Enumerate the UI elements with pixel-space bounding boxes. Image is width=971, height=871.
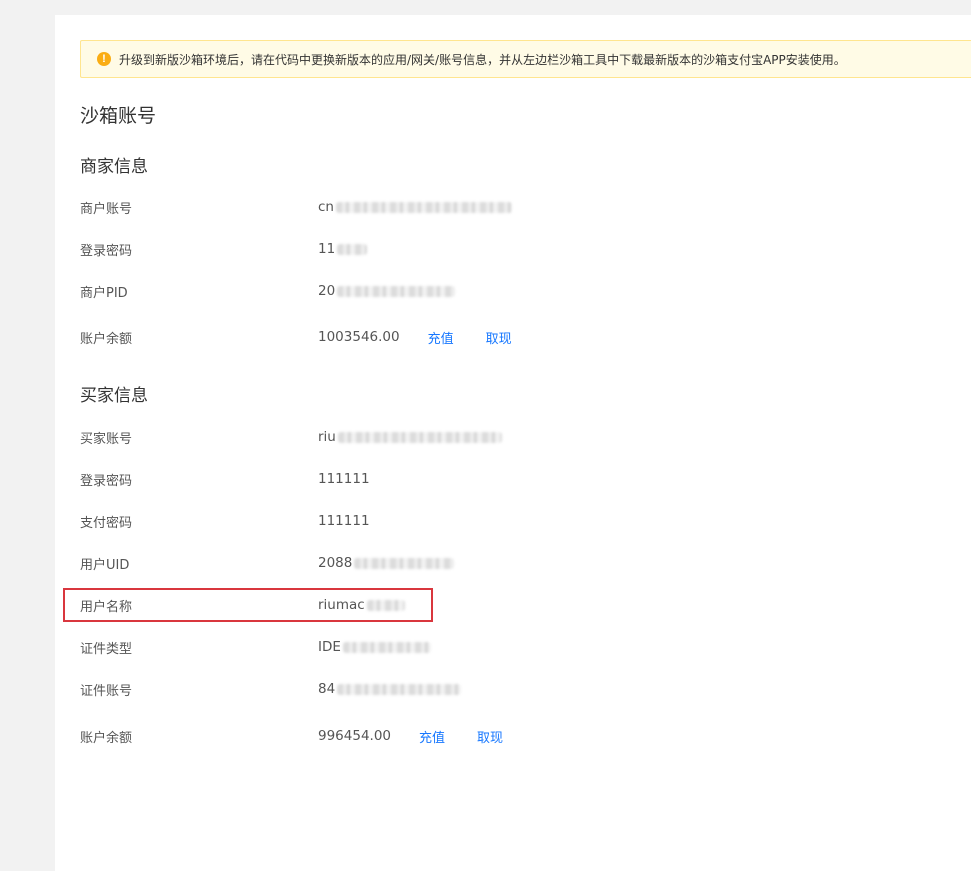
sandbox-account-panel: ! 升级到新版沙箱环境后，请在代码中更换新版本的应用/网关/账号信息，并从左边栏…: [55, 15, 971, 871]
buyer-username-value: riumac: [318, 597, 405, 613]
buyer-uid-value: 2088: [318, 555, 455, 571]
merchant-withdraw-link[interactable]: 取现: [486, 328, 512, 347]
buyer-balance-label: 账户余额: [80, 730, 133, 746]
upgrade-notice-banner: ! 升级到新版沙箱环境后，请在代码中更换新版本的应用/网关/账号信息，并从左边栏…: [80, 40, 971, 78]
redacted-mask: [342, 641, 431, 653]
buyer-pay-password-label: 支付密码: [80, 515, 133, 531]
buyer-section-title: 买家信息: [80, 386, 148, 406]
merchant-password-value: 11: [318, 241, 368, 257]
redacted-mask: [337, 431, 502, 443]
buyer-id-type-row: 证件类型 IDE: [80, 635, 580, 659]
merchant-balance-label: 账户余额: [80, 331, 133, 347]
buyer-pay-password-value: 111111: [318, 513, 370, 529]
upgrade-notice-text: 升级到新版沙箱环境后，请在代码中更换新版本的应用/网关/账号信息，并从左边栏沙箱…: [119, 52, 846, 67]
buyer-id-number-value: 84: [318, 681, 462, 697]
warning-icon: !: [97, 52, 111, 66]
merchant-account-label: 商户账号: [80, 201, 133, 217]
buyer-account-row: 买家账号 riu: [80, 425, 580, 449]
buyer-id-number-row: 证件账号 84: [80, 677, 580, 701]
buyer-username-label: 用户名称: [80, 599, 133, 615]
buyer-login-password-value: 111111: [318, 471, 370, 487]
merchant-section-title: 商家信息: [80, 157, 148, 177]
page-title: 沙箱账号: [80, 105, 157, 127]
buyer-id-number-label: 证件账号: [80, 683, 133, 699]
buyer-account-value: riu: [318, 429, 502, 445]
buyer-pay-password-row: 支付密码 111111: [80, 509, 580, 533]
buyer-withdraw-link[interactable]: 取现: [477, 727, 503, 746]
buyer-username-row: 用户名称 riumac: [80, 593, 580, 617]
redacted-mask: [366, 599, 405, 611]
merchant-pid-label: 商户PID: [80, 285, 128, 301]
merchant-account-value: cn: [318, 199, 512, 215]
redacted-mask: [337, 683, 462, 695]
buyer-login-password-label: 登录密码: [80, 473, 133, 489]
merchant-pid-row: 商户PID 20: [80, 279, 580, 303]
redacted-mask: [337, 285, 456, 297]
buyer-login-password-row: 登录密码 111111: [80, 467, 580, 491]
buyer-recharge-link[interactable]: 充值: [419, 727, 445, 746]
buyer-id-type-value: IDE: [318, 639, 431, 655]
buyer-uid-row: 用户UID 2088: [80, 551, 580, 575]
buyer-balance-value: 996454.00 充值 取现: [318, 727, 504, 746]
buyer-balance-row: 账户余额 996454.00 充值 取现: [80, 724, 580, 748]
merchant-password-row: 登录密码 11: [80, 237, 580, 261]
merchant-password-label: 登录密码: [80, 243, 133, 259]
redacted-mask: [354, 557, 455, 569]
redacted-mask: [335, 201, 512, 213]
merchant-balance-value: 1003546.00 充值 取现: [318, 328, 512, 347]
buyer-id-type-label: 证件类型: [80, 641, 133, 657]
merchant-recharge-link[interactable]: 充值: [428, 328, 454, 347]
merchant-account-row: 商户账号 cn: [80, 195, 580, 219]
redacted-mask: [337, 243, 368, 255]
merchant-balance-row: 账户余额 1003546.00 充值 取现: [80, 325, 580, 349]
buyer-uid-label: 用户UID: [80, 557, 130, 573]
buyer-account-label: 买家账号: [80, 431, 133, 447]
merchant-pid-value: 20: [318, 283, 456, 299]
